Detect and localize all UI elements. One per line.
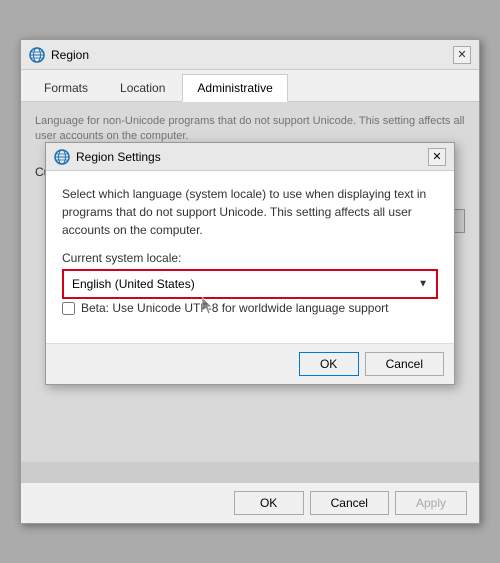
region-icon	[29, 47, 45, 63]
modal-footer: OK Cancel	[46, 343, 454, 384]
modal-backdrop: Region Settings ✕ Select which language …	[21, 102, 479, 482]
modal-title: Region Settings	[76, 150, 428, 164]
apply-button[interactable]: Apply	[395, 491, 467, 515]
title-bar: Region ✕	[21, 40, 479, 70]
close-button[interactable]: ✕	[453, 46, 471, 64]
region-settings-dialog: Region Settings ✕ Select which language …	[45, 142, 455, 385]
tab-formats[interactable]: Formats	[29, 74, 103, 101]
locale-select-wrapper: English (United States) Chinese (Simplif…	[62, 269, 438, 299]
modal-ok-button[interactable]: OK	[299, 352, 359, 376]
modal-globe-icon	[54, 149, 70, 165]
tab-bar: Formats Location Administrative	[21, 70, 479, 102]
cancel-button[interactable]: Cancel	[310, 491, 389, 515]
beta-checkbox[interactable]	[62, 302, 75, 315]
window-title: Region	[51, 48, 453, 62]
tab-location[interactable]: Location	[105, 74, 180, 101]
modal-close-button[interactable]: ✕	[428, 148, 446, 166]
beta-checkbox-label[interactable]: Beta: Use Unicode UTF-8 for worldwide la…	[81, 301, 389, 315]
modal-body: Select which language (system locale) to…	[46, 171, 454, 343]
locale-select[interactable]: English (United States) Chinese (Simplif…	[64, 271, 436, 297]
modal-cancel-button[interactable]: Cancel	[365, 352, 444, 376]
main-window: Region ✕ Formats Location Administrative…	[20, 39, 480, 524]
tab-administrative[interactable]: Administrative	[182, 74, 287, 102]
content-area: Language for non-Unicode programs that d…	[21, 102, 479, 482]
modal-description: Select which language (system locale) to…	[62, 185, 438, 239]
locale-field-label: Current system locale:	[62, 251, 438, 265]
ok-button[interactable]: OK	[234, 491, 304, 515]
bottom-bar: OK Cancel Apply	[21, 482, 479, 523]
modal-title-bar: Region Settings ✕	[46, 143, 454, 171]
beta-checkbox-row: Beta: Use Unicode UTF-8 for worldwide la…	[62, 301, 438, 315]
